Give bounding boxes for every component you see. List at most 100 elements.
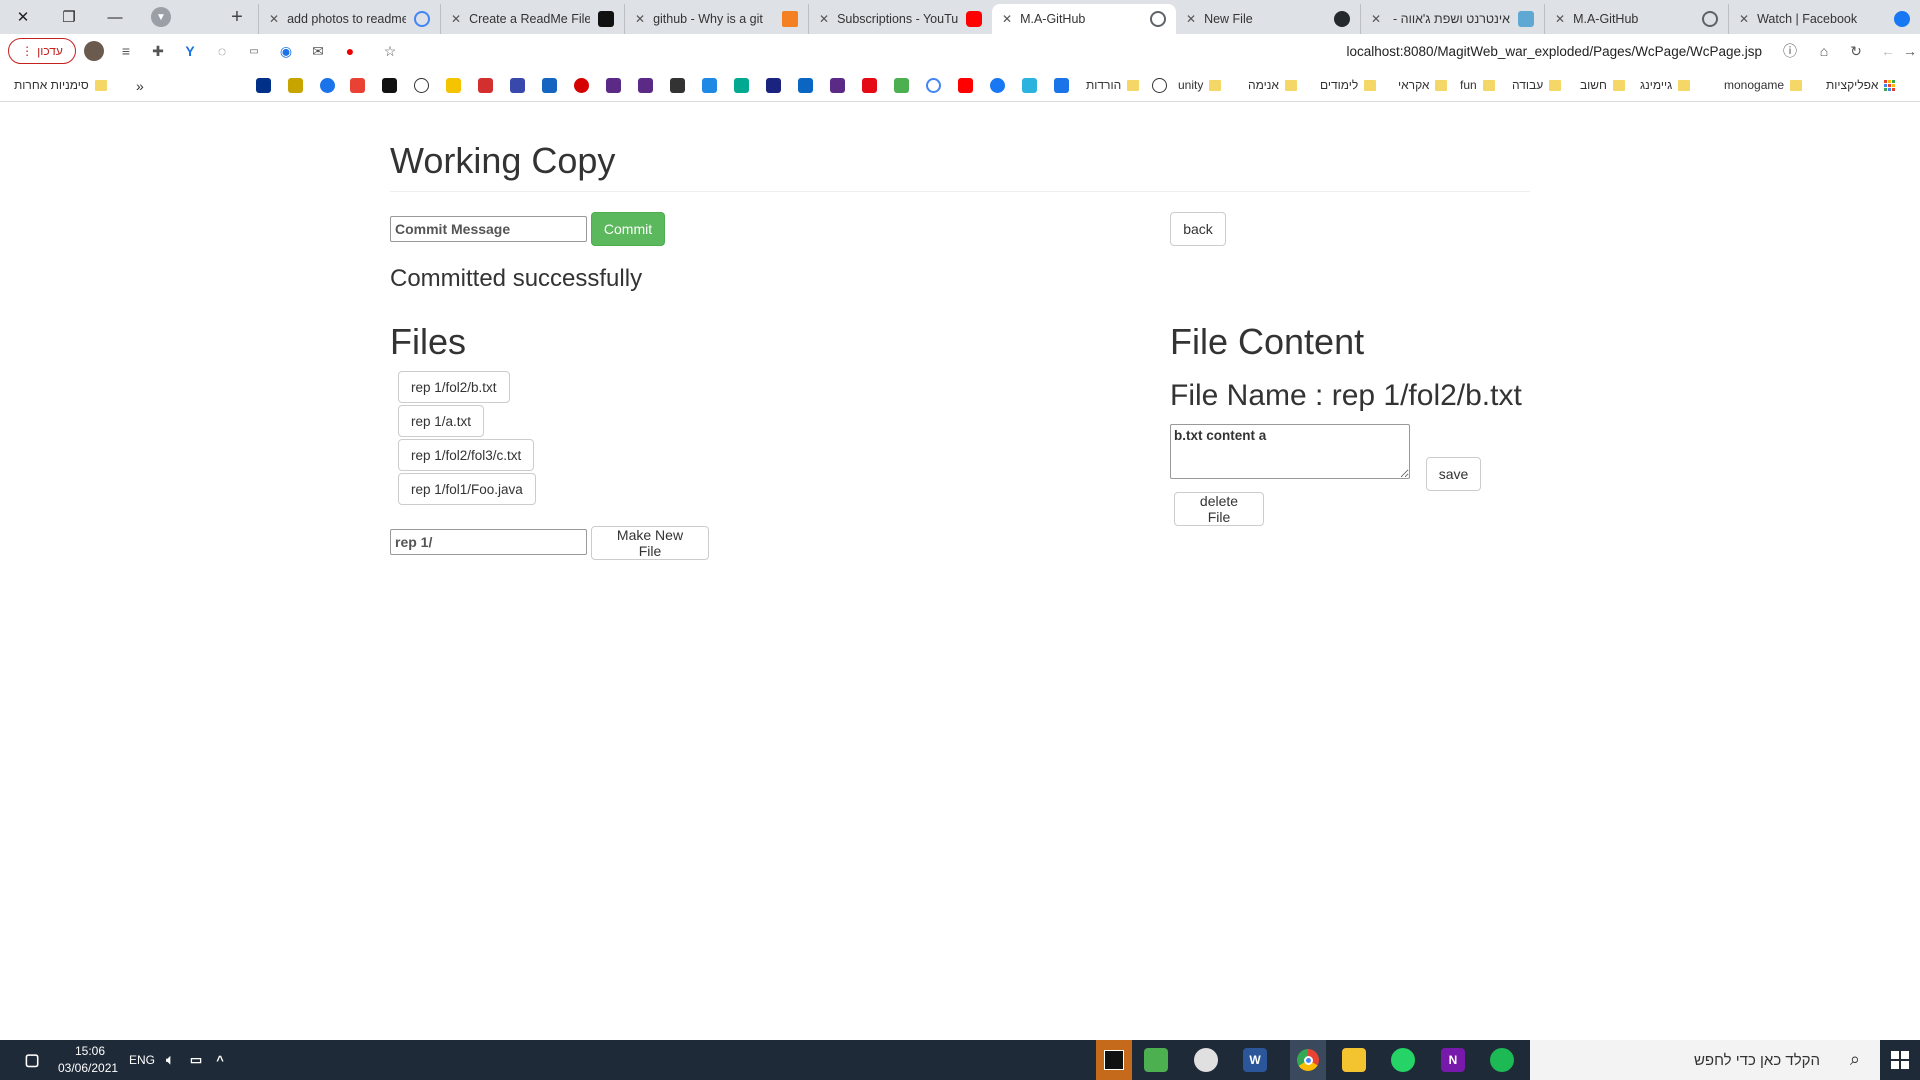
tab-4-active[interactable]: ✕ M.A-GitHub bbox=[992, 4, 1176, 34]
minimize-window-icon[interactable]: — bbox=[92, 0, 138, 34]
back-arrow-icon[interactable]: → bbox=[1900, 41, 1920, 61]
close-icon[interactable]: ✕ bbox=[819, 12, 829, 26]
bookmark-folder[interactable]: monogame bbox=[1724, 78, 1803, 92]
windows-start-icon[interactable] bbox=[1880, 1040, 1920, 1080]
tab-1[interactable]: ✕ Create a ReadMe File bbox=[440, 4, 624, 34]
tab-5[interactable]: ✕ New File bbox=[1176, 4, 1360, 34]
tab-search-icon[interactable]: ▼ bbox=[138, 0, 184, 34]
paint-icon[interactable] bbox=[1194, 1048, 1218, 1072]
bookmark-site-icon[interactable] bbox=[702, 78, 717, 93]
word-icon[interactable]: W bbox=[1243, 1048, 1267, 1072]
home-icon[interactable]: ⌂ bbox=[1814, 41, 1834, 61]
bookmark-site-icon[interactable] bbox=[606, 78, 621, 93]
close-window-icon[interactable]: ✕ bbox=[0, 0, 46, 34]
bookmark-site-icon[interactable] bbox=[670, 78, 685, 93]
tab-0[interactable]: ✕ add photos to readme bbox=[258, 4, 440, 34]
file-button[interactable]: rep 1/fol2/fol3/c.txt bbox=[398, 439, 535, 471]
action-center-icon[interactable]: ▢ bbox=[20, 1048, 44, 1072]
bookmark-site-icon[interactable] bbox=[830, 78, 845, 93]
chrome-icon[interactable] bbox=[1290, 1040, 1326, 1080]
imdb-icon[interactable] bbox=[446, 78, 461, 93]
bookmark-site-icon[interactable] bbox=[1022, 78, 1037, 93]
reload-icon[interactable]: ↻ bbox=[1846, 41, 1866, 61]
google-icon[interactable] bbox=[926, 78, 941, 93]
y-site-icon[interactable] bbox=[574, 78, 589, 93]
address-bar-url[interactable]: localhost:8080/MagitWeb_war_exploded/Pag… bbox=[1347, 44, 1763, 59]
extension-y-icon[interactable]: Y bbox=[180, 41, 200, 61]
download-site-icon[interactable] bbox=[320, 78, 335, 93]
speedometer-icon[interactable] bbox=[1152, 78, 1167, 93]
bookmark-site-icon[interactable] bbox=[638, 78, 653, 93]
back-button[interactable]: back bbox=[1170, 212, 1226, 246]
delete-file-button[interactable]: delete File bbox=[1174, 492, 1264, 526]
restore-window-icon[interactable]: ❐ bbox=[46, 0, 92, 34]
onenote-icon[interactable]: N bbox=[1441, 1048, 1465, 1072]
language-indicator[interactable]: ENG bbox=[129, 1053, 155, 1067]
calendar-icon[interactable] bbox=[1054, 78, 1069, 93]
bookmark-site-icon[interactable] bbox=[766, 78, 781, 93]
close-icon[interactable]: ✕ bbox=[1555, 12, 1565, 26]
file-button[interactable]: rep 1/fol2/b.txt bbox=[398, 371, 510, 403]
tab-7[interactable]: ✕ M.A-GitHub bbox=[1544, 4, 1728, 34]
bookmark-site-icon[interactable] bbox=[734, 78, 749, 93]
file-button[interactable]: rep 1/fol1/Foo.java bbox=[398, 473, 536, 505]
bookmark-folder[interactable]: fun bbox=[1460, 78, 1495, 92]
more-bookmarks-chevron[interactable]: » bbox=[136, 78, 144, 94]
bookmark-folder[interactable]: אנימה bbox=[1248, 78, 1297, 92]
clock-date[interactable]: 03/06/2021 bbox=[58, 1061, 118, 1075]
site-info-icon[interactable]: ⓘ bbox=[1780, 41, 1800, 61]
close-icon[interactable]: ✕ bbox=[269, 12, 279, 26]
bookmark-folder[interactable]: הורדות bbox=[1086, 78, 1140, 92]
paypal-icon[interactable] bbox=[256, 78, 271, 93]
bookmark-site-icon[interactable] bbox=[542, 78, 557, 93]
bookmark-site-icon[interactable] bbox=[894, 78, 909, 93]
commit-button[interactable]: Commit bbox=[591, 212, 665, 246]
netflix-icon[interactable] bbox=[862, 78, 877, 93]
bookmark-folder[interactable]: אקראי bbox=[1398, 78, 1448, 92]
profile-avatar[interactable] bbox=[84, 41, 104, 61]
commit-message-input[interactable] bbox=[390, 216, 587, 242]
linkedin-icon[interactable] bbox=[798, 78, 813, 93]
forward-icon[interactable]: ← bbox=[1878, 41, 1898, 61]
close-icon[interactable]: ✕ bbox=[1002, 12, 1012, 26]
other-bookmarks[interactable]: סימניות אחרות bbox=[14, 78, 107, 92]
chevron-up-icon[interactable]: ^ bbox=[208, 1048, 232, 1072]
tab-8[interactable]: ✕ Watch | Facebook bbox=[1728, 4, 1920, 34]
spotify-icon[interactable] bbox=[1490, 1048, 1514, 1072]
whatsapp-icon[interactable] bbox=[1391, 1048, 1415, 1072]
bookmark-site-icon[interactable] bbox=[288, 78, 303, 93]
mail-extension-icon[interactable]: ✉ bbox=[308, 41, 328, 61]
close-icon[interactable]: ✕ bbox=[451, 12, 461, 26]
extensions-icon[interactable]: ✚ bbox=[148, 41, 168, 61]
mouse-extension-icon[interactable]: ◌ bbox=[212, 41, 232, 61]
save-button[interactable]: save bbox=[1426, 457, 1481, 491]
new-file-path-input[interactable] bbox=[390, 529, 587, 555]
make-new-file-button[interactable]: Make New File bbox=[591, 526, 709, 560]
tab-6[interactable]: ✕ אינטרנט ושפת ג'אווה - bbox=[1360, 4, 1544, 34]
taskbar-search-box[interactable]: הקלד כאן כדי לחפש ⌕ bbox=[1530, 1040, 1880, 1080]
close-icon[interactable]: ✕ bbox=[1371, 12, 1381, 26]
bookmark-site-icon[interactable] bbox=[510, 78, 525, 93]
download-extension-icon[interactable]: ▭ bbox=[244, 41, 264, 61]
file-content-textarea[interactable]: b.txt content a bbox=[1170, 424, 1410, 479]
facebook-icon[interactable] bbox=[990, 78, 1005, 93]
bookmark-star-icon[interactable]: ☆ bbox=[380, 41, 400, 61]
b-site-icon[interactable] bbox=[382, 78, 397, 93]
file-explorer-icon[interactable] bbox=[1342, 1048, 1366, 1072]
bookmark-folder[interactable]: לימודים bbox=[1320, 78, 1377, 92]
close-icon[interactable]: ✕ bbox=[635, 12, 645, 26]
file-button[interactable]: rep 1/a.txt bbox=[398, 405, 485, 437]
bookmark-folder[interactable]: unity bbox=[1178, 78, 1222, 92]
new-tab-icon[interactable]: + bbox=[224, 6, 250, 28]
bookmark-folder[interactable]: חשוב bbox=[1580, 78, 1625, 92]
clock-time[interactable]: 15:06 bbox=[75, 1044, 105, 1058]
volume-icon[interactable]: 🔈︎ bbox=[158, 1048, 182, 1072]
notepad-icon[interactable] bbox=[1144, 1048, 1168, 1072]
network-icon[interactable]: ▭ bbox=[184, 1048, 208, 1072]
apps-shortcut[interactable]: אפליקציות bbox=[1826, 78, 1896, 92]
bookmark-site-icon[interactable] bbox=[350, 78, 365, 93]
tab-3[interactable]: ✕ Subscriptions - YouTube bbox=[808, 4, 992, 34]
opera-extension-icon[interactable]: ● bbox=[340, 41, 360, 61]
close-icon[interactable]: ✕ bbox=[1739, 12, 1749, 26]
speedometer-icon[interactable] bbox=[414, 78, 429, 93]
